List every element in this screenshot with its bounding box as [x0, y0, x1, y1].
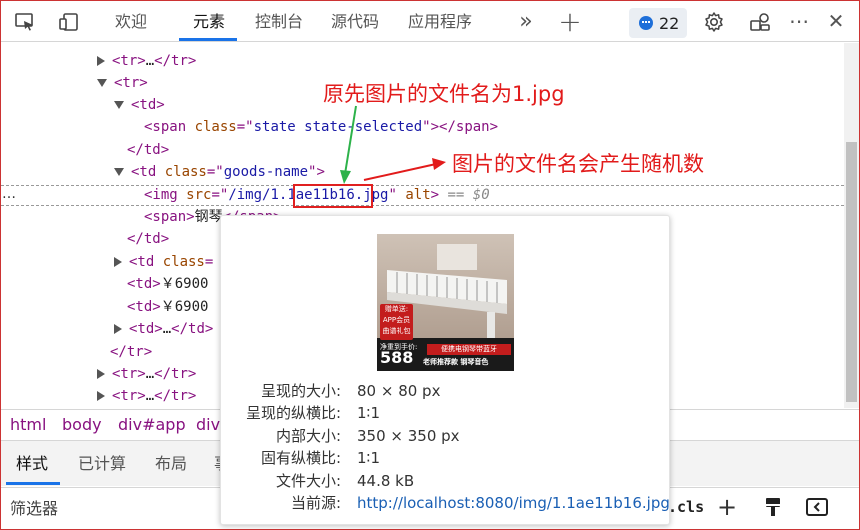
paint-brush-icon[interactable]	[763, 496, 783, 522]
gift-badge: 赠单送: APP会员 曲谱礼包	[380, 304, 413, 340]
breadcrumb-html[interactable]: html	[10, 410, 46, 440]
tooltip-rendered-aspect: 呈现的纵横比: 1∶1	[245, 404, 380, 422]
tooltip-current-source: 当前源: http://localhost:8080/img/1.1ae11b16…	[290, 492, 670, 514]
tooltip-file-size: 文件大小: 44.8 kB	[275, 472, 415, 490]
cls-button[interactable]: .cls	[668, 498, 704, 516]
product-slogan: 便携电钢琴带蓝牙	[427, 344, 511, 355]
piano-product-image: 赠单送: APP会员 曲谱礼包 净重到手价: 588 便携电钢琴带蓝牙 老师推荐…	[377, 234, 514, 371]
image-source-link[interactable]: http://localhost:8080/img/1.1ae11b16.jpg	[357, 492, 670, 514]
breadcrumb-div-app[interactable]: div#app	[118, 410, 186, 440]
active-bottom-tab-indicator	[6, 482, 60, 485]
add-rule-icon[interactable]: +	[717, 495, 737, 519]
price-value: 588	[380, 348, 414, 367]
toggle-sidebar-icon[interactable]	[806, 497, 828, 521]
scrollbar-thumb[interactable]	[846, 142, 857, 402]
green-arrow	[344, 105, 357, 175]
tooltip-intrinsic-aspect: 固有纵横比: 1∶1	[260, 449, 380, 467]
filter-input[interactable]: 筛选器	[10, 488, 58, 530]
red-arrow	[363, 163, 437, 181]
tooltip-rendered-size: 呈现的大小: 80 × 80 px	[260, 382, 441, 400]
red-arrow-head	[432, 158, 446, 170]
tooltip-intrinsic-size: 内部大小: 350 × 350 px	[275, 427, 460, 445]
product-tagline: 老师推荐款 钢琴音色	[423, 358, 489, 366]
green-arrow-head	[340, 170, 351, 184]
tab-styles[interactable]: 样式	[16, 441, 48, 487]
breadcrumb-body[interactable]: body	[62, 410, 102, 440]
image-preview-tooltip: 赠单送: APP会员 曲谱礼包 净重到手价: 588 便携电钢琴带蓝牙 老师推荐…	[220, 215, 670, 525]
tab-layout[interactable]: 布局	[155, 441, 187, 487]
tab-computed[interactable]: 已计算	[78, 441, 126, 487]
